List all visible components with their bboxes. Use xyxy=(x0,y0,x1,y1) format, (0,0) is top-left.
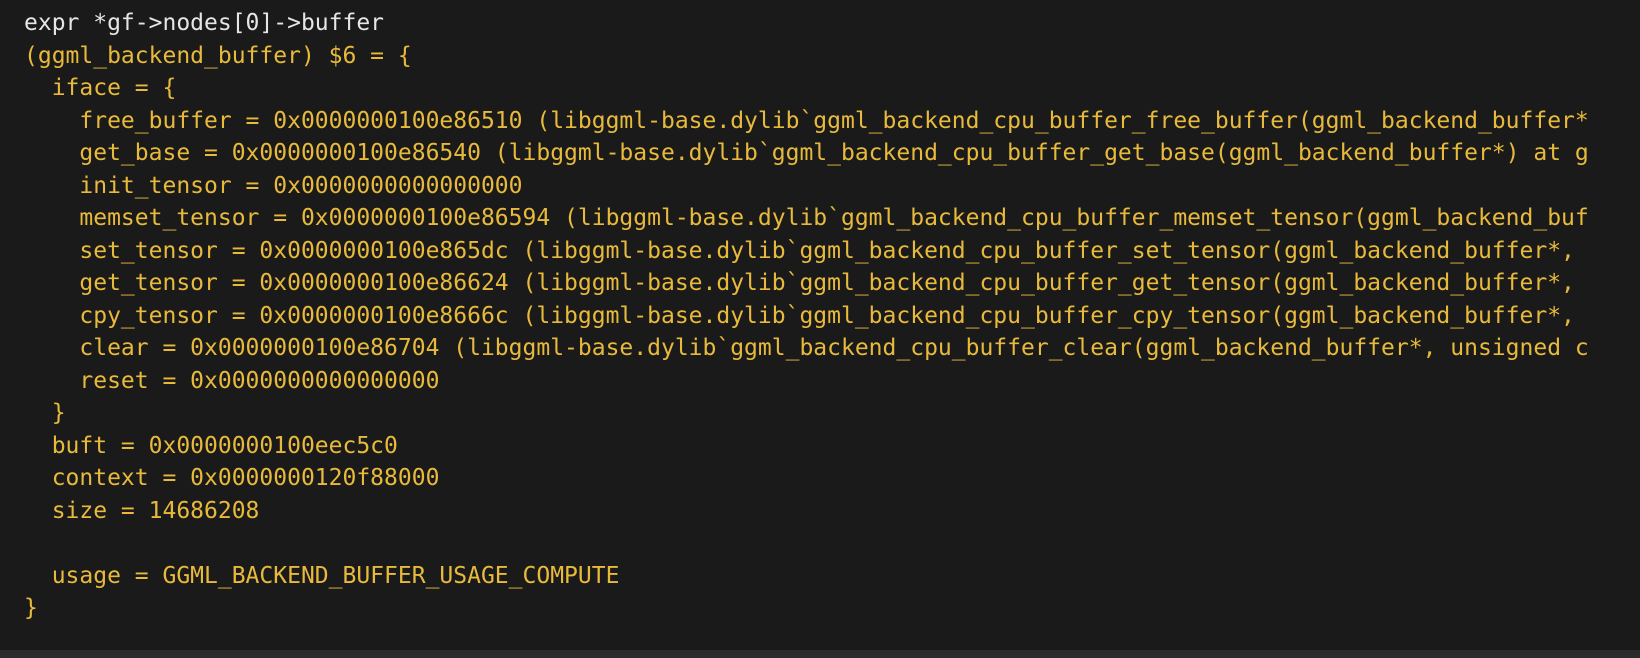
output-line: memset_tensor = 0x0000000100e86594 (libg… xyxy=(24,205,1589,231)
terminal-output-area[interactable]: expr *gf->nodes[0]->buffer (ggml_backend… xyxy=(0,0,1640,658)
output-line: init_tensor = 0x0000000000000000 xyxy=(24,173,523,199)
output-line: free_buffer = 0x0000000100e86510 (libggm… xyxy=(24,108,1589,134)
output-line: context = 0x0000000120f88000 xyxy=(24,465,440,491)
bottom-divider xyxy=(0,650,1640,658)
output-line: iface = { xyxy=(24,75,177,101)
output-line: buft = 0x0000000100eec5c0 xyxy=(24,433,398,459)
output-line: size = 14686208 xyxy=(24,498,260,524)
command-line: expr *gf->nodes[0]->buffer xyxy=(24,10,385,36)
output-line: usage = GGML_BACKEND_BUFFER_USAGE_COMPUT… xyxy=(24,563,620,589)
output-line: get_base = 0x0000000100e86540 (libggml-b… xyxy=(24,140,1589,166)
output-line: } xyxy=(24,400,66,426)
output-line: (ggml_backend_buffer) $6 = { xyxy=(24,43,412,69)
output-line: reset = 0x0000000000000000 xyxy=(24,368,440,394)
output-line: clear = 0x0000000100e86704 (libggml-base… xyxy=(24,335,1589,361)
output-line: get_tensor = 0x0000000100e86624 (libggml… xyxy=(24,270,1575,296)
output-line: cpy_tensor = 0x0000000100e8666c (libggml… xyxy=(24,303,1575,329)
output-line: set_tensor = 0x0000000100e865dc (libggml… xyxy=(24,238,1575,264)
output-line: } xyxy=(24,595,38,621)
